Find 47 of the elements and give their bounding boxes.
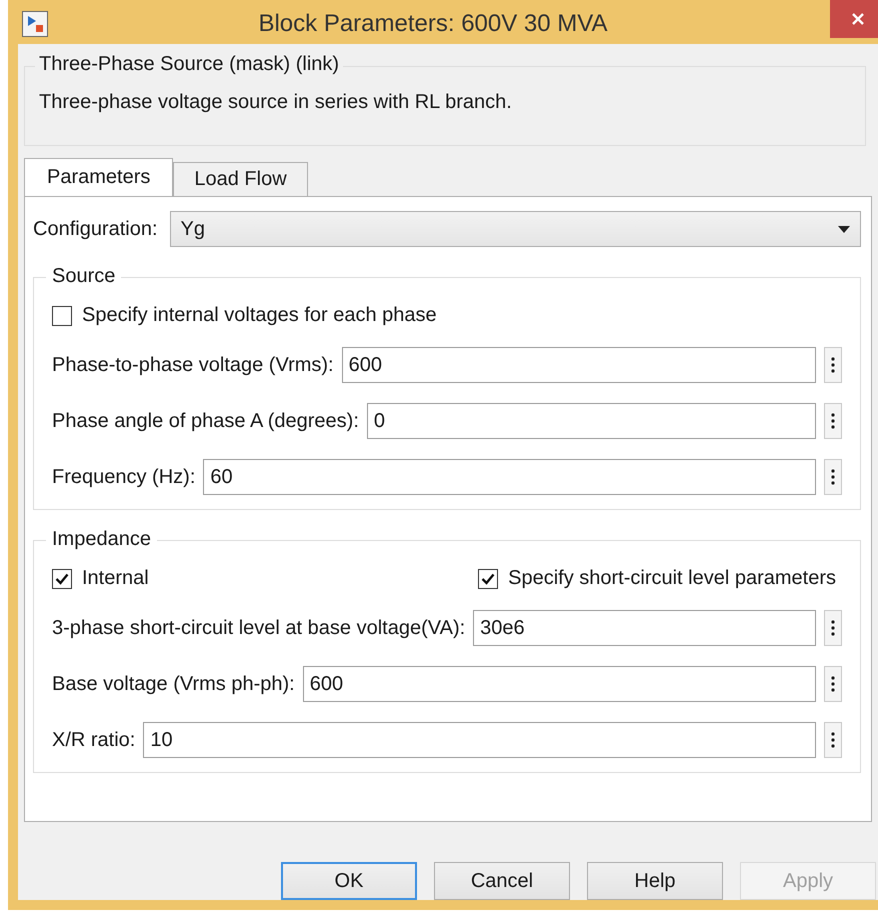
window-title: Block Parameters: 600V 30 MVA xyxy=(258,10,608,38)
input-field[interactable]: 0 xyxy=(366,403,816,439)
tab[interactable]: Load Flow xyxy=(173,162,308,196)
checkbox-option[interactable]: Specify internal voltages for each phase xyxy=(52,304,437,327)
tab[interactable]: Parameters xyxy=(24,158,174,196)
field-label: Configuration: xyxy=(33,218,158,240)
caret-icon xyxy=(838,226,850,232)
group-title: Three-Phase Source (mask) (link) xyxy=(35,53,344,76)
vertical-dots-icon xyxy=(831,468,835,486)
field-label: 3-phase short-circuit level at base voltage(VA): xyxy=(52,616,466,640)
more-button[interactable] xyxy=(824,610,842,646)
close-button[interactable] xyxy=(830,0,878,38)
vertical-dots-icon xyxy=(831,675,835,693)
checkbox-option[interactable]: Specify short-circuit level parameters xyxy=(478,567,836,590)
group-title: Impedance xyxy=(46,528,157,551)
more-button[interactable] xyxy=(824,722,842,758)
dialog-button[interactable]: OK xyxy=(281,862,417,900)
more-button[interactable] xyxy=(824,347,842,383)
close-icon xyxy=(851,12,865,26)
vertical-dots-icon xyxy=(831,412,835,430)
checkbox[interactable] xyxy=(478,568,498,588)
more-button[interactable] xyxy=(824,403,842,439)
check-icon xyxy=(481,572,496,584)
dialog-button[interactable]: Help xyxy=(587,862,723,900)
more-button[interactable] xyxy=(824,459,842,495)
field-label: Phase-to-phase voltage (Vrms): xyxy=(52,354,334,376)
input-field[interactable]: 600 xyxy=(342,347,816,383)
vertical-dots-icon xyxy=(831,619,835,637)
more-button[interactable] xyxy=(824,666,842,702)
vertical-dots-icon xyxy=(831,356,835,374)
description-text: Three-phase voltage source in series with RL branch. xyxy=(39,91,512,114)
configuration-dropdown[interactable]: Yg xyxy=(170,211,861,247)
check-icon xyxy=(55,572,69,584)
checkbox-option[interactable]: Internal xyxy=(52,567,149,590)
checkbox[interactable] xyxy=(52,306,72,326)
input-field[interactable]: 600 xyxy=(302,666,816,702)
input-field[interactable]: 60 xyxy=(203,459,816,495)
checkbox[interactable] xyxy=(52,568,72,588)
field-label: Frequency (Hz): xyxy=(52,466,196,488)
field-label: Phase angle of phase A (degrees): xyxy=(52,410,359,432)
field-label: Base voltage (Vrms ph-ph): xyxy=(52,672,295,696)
field-label: X/R ratio: xyxy=(52,728,136,752)
dialog-button[interactable]: Cancel xyxy=(434,862,570,900)
block-icon xyxy=(22,11,48,37)
vertical-dots-icon xyxy=(831,731,835,749)
input-field[interactable]: 10 xyxy=(143,722,816,758)
input-field[interactable]: 30e6 xyxy=(473,610,816,646)
